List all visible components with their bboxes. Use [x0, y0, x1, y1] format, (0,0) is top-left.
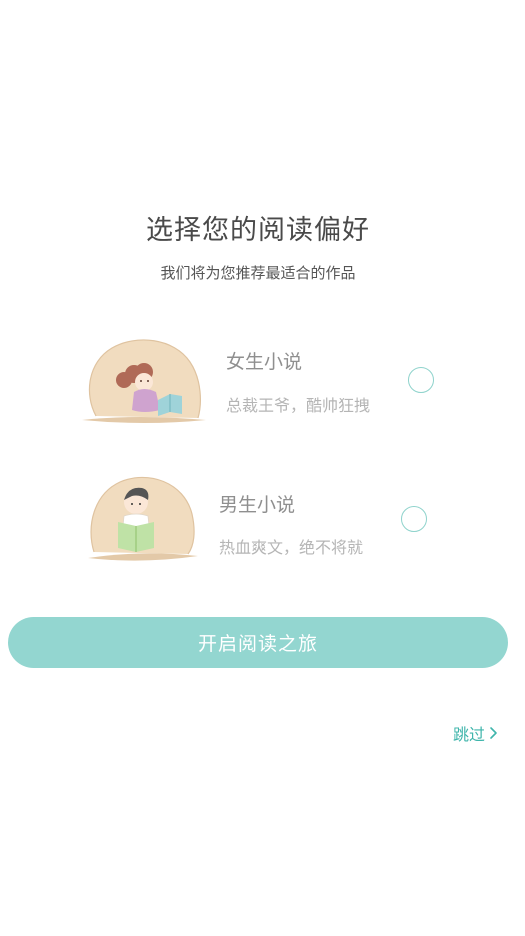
option-female-novels[interactable]: 女生小说 总裁王爷，酷帅狂拽 [0, 330, 525, 440]
option-male-novels[interactable]: 男生小说 热血爽文，绝不将就 [0, 470, 525, 580]
page-subtitle: 我们将为您推荐最适合的作品 [160, 264, 356, 282]
option-description: 总裁王爷，酷帅狂拽 [226, 396, 371, 415]
girl-reading-illustration [78, 334, 210, 430]
skip-link[interactable]: 跳过 [453, 721, 498, 745]
option-title: 男生小说 [219, 494, 296, 516]
boy-reading-illustration [84, 472, 204, 568]
skip-label: 跳过 [452, 725, 485, 744]
page-title: 选择您的阅读偏好 [146, 215, 370, 246]
male-radio-button[interactable] [401, 506, 427, 532]
female-radio-button[interactable] [408, 367, 434, 393]
option-description: 热血爽文，绝不将就 [219, 538, 364, 557]
chevron-right-icon [490, 727, 497, 739]
start-reading-button[interactable]: 开启阅读之旅 [8, 617, 508, 668]
option-title: 女生小说 [226, 351, 303, 373]
